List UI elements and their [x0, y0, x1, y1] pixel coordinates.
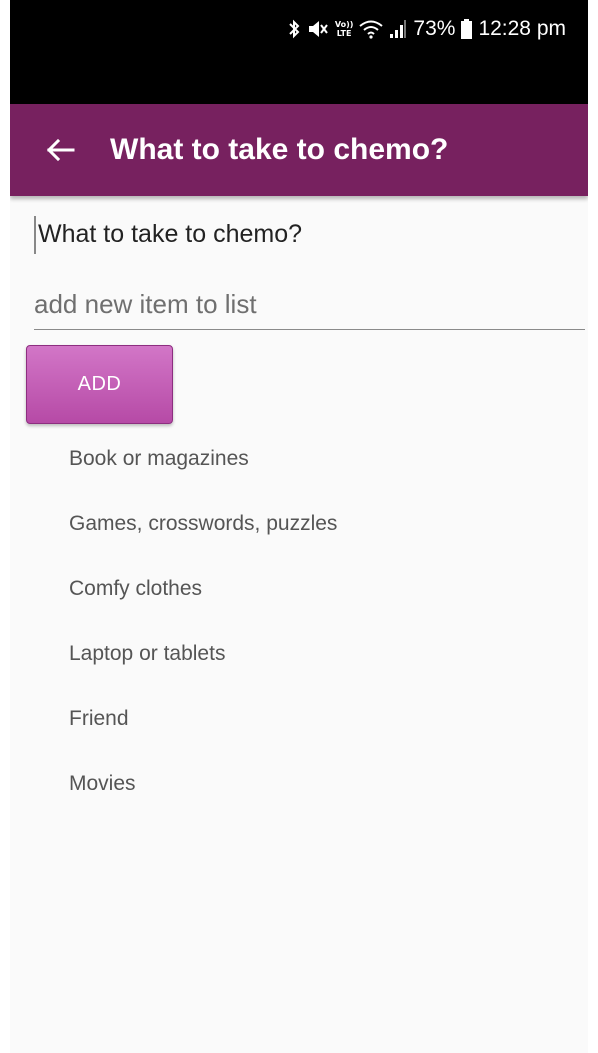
status-bar: Vo)) LTE 73% 12:28 pm	[10, 0, 588, 104]
battery-percent: 73%	[413, 17, 456, 40]
bluetooth-icon	[287, 17, 301, 41]
wifi-icon	[359, 17, 384, 41]
new-item-input[interactable]	[34, 284, 585, 330]
back-button[interactable]	[24, 104, 96, 196]
app-bar-title: What to take to chemo?	[110, 133, 449, 166]
list-item[interactable]: Games, crosswords, puzzles	[69, 505, 337, 570]
list-title[interactable]: What to take to chemo?	[34, 216, 302, 254]
list-item[interactable]: Book or magazines	[69, 440, 337, 505]
list-item[interactable]: Friend	[69, 700, 337, 765]
checklist-items: Book or magazines Games, crosswords, puz…	[69, 440, 337, 830]
status-time: 12:28 pm	[478, 17, 566, 40]
status-icons: Vo)) LTE 73% 12:28 pm	[287, 16, 566, 42]
volte-lte-icon: Vo)) LTE	[334, 20, 354, 38]
app-bar: What to take to chemo?	[10, 104, 588, 196]
signal-icon	[389, 17, 407, 41]
list-item[interactable]: Comfy clothes	[69, 570, 337, 635]
app-screen: Vo)) LTE 73% 12:28 pm What to take to ch…	[10, 0, 588, 1053]
list-item[interactable]: Laptop or tablets	[69, 635, 337, 700]
list-item[interactable]: Movies	[69, 765, 337, 830]
battery-icon	[461, 17, 473, 41]
add-button[interactable]: ADD	[26, 345, 173, 424]
mute-icon	[307, 17, 329, 41]
arrow-left-icon	[46, 138, 75, 162]
